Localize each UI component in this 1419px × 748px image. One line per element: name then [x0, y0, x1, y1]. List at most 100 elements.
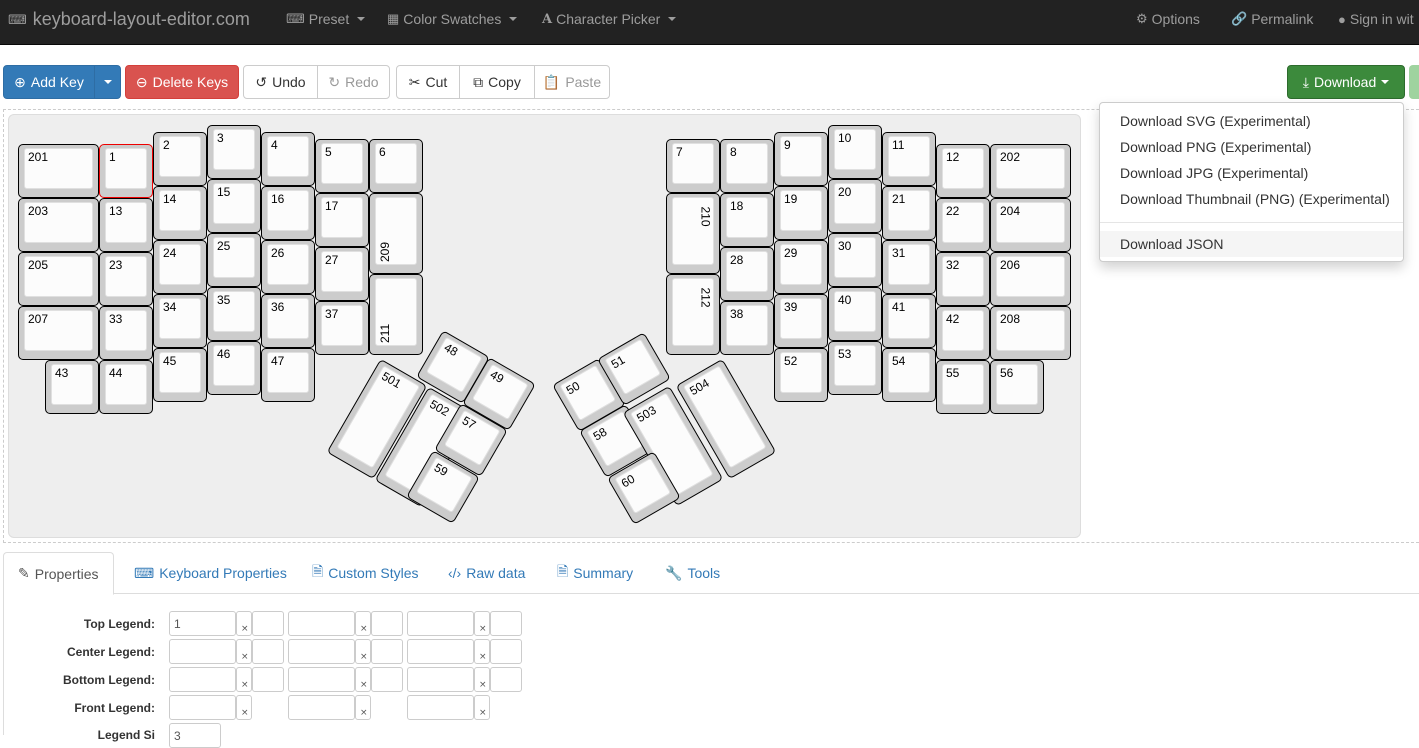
- key-1[interactable]: 1: [99, 144, 153, 198]
- key-45[interactable]: 45: [153, 348, 207, 402]
- legend-size-input[interactable]: [169, 723, 221, 748]
- undo-button[interactable]: ↺ Undo: [243, 65, 318, 99]
- clear-legend-button[interactable]: ×: [236, 695, 252, 720]
- tab-summary[interactable]: 🗎 Summary: [557, 552, 633, 594]
- key-17[interactable]: 17: [315, 193, 369, 247]
- key-44[interactable]: 44: [99, 360, 153, 414]
- clear-legend-button[interactable]: ×: [236, 667, 252, 692]
- legend-input[interactable]: [407, 611, 474, 636]
- tab-keyboard-properties[interactable]: ⌨ Keyboard Properties: [134, 552, 287, 594]
- key-20[interactable]: 20: [828, 179, 882, 233]
- key-10[interactable]: 10: [828, 125, 882, 179]
- key-18[interactable]: 18: [720, 193, 774, 247]
- legend-color-input[interactable]: [490, 667, 522, 692]
- key-203[interactable]: 203: [18, 198, 99, 252]
- key-52[interactable]: 52: [774, 348, 828, 402]
- key-19[interactable]: 19: [774, 186, 828, 240]
- key-42[interactable]: 42: [936, 306, 990, 360]
- clear-legend-button[interactable]: ×: [355, 695, 371, 720]
- key-12[interactable]: 12: [936, 144, 990, 198]
- key-41[interactable]: 41: [882, 294, 936, 348]
- key-211[interactable]: 211: [369, 274, 423, 355]
- brand-link[interactable]: ⌨ keyboard-layout-editor.com: [8, 9, 250, 30]
- key-201[interactable]: 201: [18, 144, 99, 198]
- legend-color-input[interactable]: [490, 611, 522, 636]
- add-key-dropdown-toggle[interactable]: [94, 65, 121, 99]
- legend-input[interactable]: [169, 639, 236, 664]
- key-32[interactable]: 32: [936, 252, 990, 306]
- download-svg-item[interactable]: Download SVG (Experimental): [1100, 108, 1403, 134]
- key-47[interactable]: 47: [261, 348, 315, 402]
- key-13[interactable]: 13: [99, 198, 153, 252]
- key-9[interactable]: 9: [774, 132, 828, 186]
- legend-color-input[interactable]: [371, 639, 403, 664]
- color-swatches-menu[interactable]: ▦ Color Swatches: [387, 11, 518, 27]
- redo-button[interactable]: ↻ Redo: [317, 65, 390, 99]
- key-35[interactable]: 35: [207, 287, 261, 341]
- legend-input[interactable]: [288, 639, 355, 664]
- clear-legend-button[interactable]: ×: [474, 667, 490, 692]
- clear-legend-button[interactable]: ×: [474, 639, 490, 664]
- copy-button[interactable]: ⧉ Copy: [459, 65, 535, 99]
- key-5[interactable]: 5: [315, 139, 369, 193]
- download-button[interactable]: ⤓ Download: [1287, 65, 1405, 99]
- key-15[interactable]: 15: [207, 179, 261, 233]
- clear-legend-button[interactable]: ×: [474, 611, 490, 636]
- download-jpg-item[interactable]: Download JPG (Experimental): [1100, 160, 1403, 186]
- key-43[interactable]: 43: [45, 360, 99, 414]
- preset-menu[interactable]: ⌨ Preset: [286, 11, 366, 27]
- options-link[interactable]: ⚙ Options: [1136, 11, 1200, 27]
- key-27[interactable]: 27: [315, 247, 369, 301]
- legend-input[interactable]: [407, 667, 474, 692]
- add-key-button[interactable]: ⊕ Add Key: [3, 65, 95, 99]
- key-21[interactable]: 21: [882, 186, 936, 240]
- legend-input[interactable]: [407, 639, 474, 664]
- key-207[interactable]: 207: [18, 306, 99, 360]
- paste-button[interactable]: 📋 Paste: [534, 65, 610, 99]
- key-36[interactable]: 36: [261, 294, 315, 348]
- legend-color-input[interactable]: [252, 667, 284, 692]
- key-29[interactable]: 29: [774, 240, 828, 294]
- key-14[interactable]: 14: [153, 186, 207, 240]
- key-6[interactable]: 6: [369, 139, 423, 193]
- key-31[interactable]: 31: [882, 240, 936, 294]
- clear-legend-button[interactable]: ×: [355, 667, 371, 692]
- legend-color-input[interactable]: [371, 667, 403, 692]
- permalink-link[interactable]: 🔗 Permalink: [1231, 11, 1313, 27]
- clear-legend-button[interactable]: ×: [474, 695, 490, 720]
- key-24[interactable]: 24: [153, 240, 207, 294]
- key-3[interactable]: 3: [207, 125, 261, 179]
- key-206[interactable]: 206: [990, 252, 1071, 306]
- key-55[interactable]: 55: [936, 360, 990, 414]
- key-204[interactable]: 204: [990, 198, 1071, 252]
- key-56[interactable]: 56: [990, 360, 1044, 414]
- key-40[interactable]: 40: [828, 287, 882, 341]
- key-37[interactable]: 37: [315, 301, 369, 355]
- legend-input[interactable]: [288, 695, 355, 720]
- key-212[interactable]: 212: [666, 274, 720, 355]
- key-46[interactable]: 46: [207, 341, 261, 395]
- sign-in-link[interactable]: ● Sign in wit: [1338, 11, 1414, 27]
- key-23[interactable]: 23: [99, 252, 153, 306]
- key-33[interactable]: 33: [99, 306, 153, 360]
- download-png-item[interactable]: Download PNG (Experimental): [1100, 134, 1403, 160]
- key-209[interactable]: 209: [369, 193, 423, 274]
- legend-input[interactable]: [407, 695, 474, 720]
- clear-legend-button[interactable]: ×: [236, 639, 252, 664]
- key-30[interactable]: 30: [828, 233, 882, 287]
- key-34[interactable]: 34: [153, 294, 207, 348]
- key-22[interactable]: 22: [936, 198, 990, 252]
- key-39[interactable]: 39: [774, 294, 828, 348]
- key-7[interactable]: 7: [666, 139, 720, 193]
- key-4[interactable]: 4: [261, 132, 315, 186]
- key-11[interactable]: 11: [882, 132, 936, 186]
- key-2[interactable]: 2: [153, 132, 207, 186]
- key-54[interactable]: 54: [882, 348, 936, 402]
- legend-input[interactable]: [288, 667, 355, 692]
- legend-input[interactable]: [169, 611, 236, 636]
- tab-custom-styles[interactable]: 🗎 Custom Styles: [312, 552, 419, 594]
- tab-tools[interactable]: 🔧 Tools: [665, 552, 720, 594]
- key-208[interactable]: 208: [990, 306, 1071, 360]
- key-53[interactable]: 53: [828, 341, 882, 395]
- key-28[interactable]: 28: [720, 247, 774, 301]
